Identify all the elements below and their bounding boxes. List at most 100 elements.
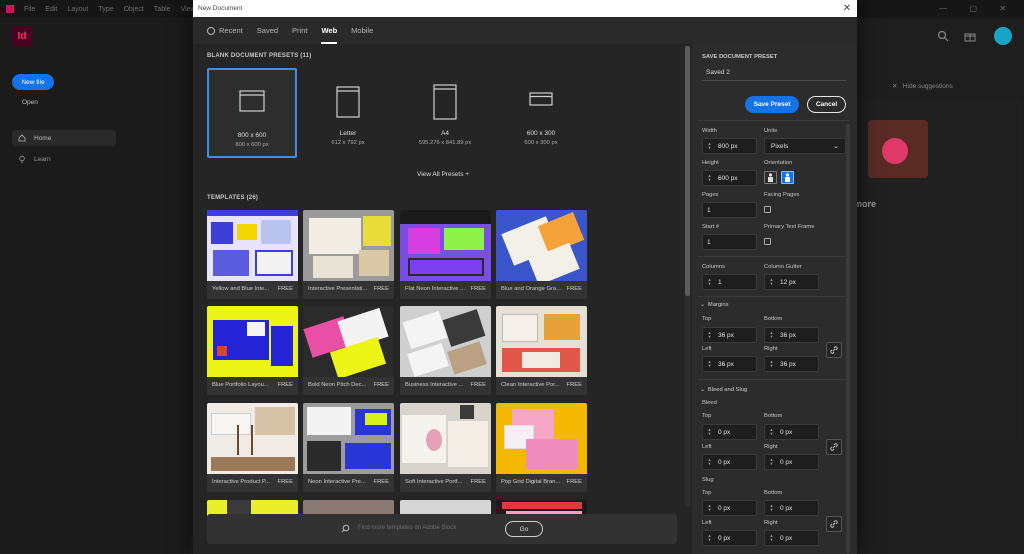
stepper-icon[interactable]: ▲ ▼ xyxy=(767,331,776,339)
width-field[interactable]: ▲ ▼ 800 px xyxy=(702,138,757,154)
stock-search-input[interactable]: Find more templates on Adobe Stock xyxy=(358,525,456,531)
bleed-slug-section-toggle[interactable]: ⌄ Bleed and Slug xyxy=(700,387,747,393)
link-bleed-icon[interactable] xyxy=(826,439,842,455)
margin-left-field[interactable]: ▲ ▼ 36 px xyxy=(702,356,757,372)
tab-web[interactable]: Web xyxy=(321,17,337,44)
bleed-bottom-field[interactable]: ▲ ▼ 0 px xyxy=(764,424,819,440)
stepper-icon[interactable]: ▲ ▼ xyxy=(705,428,714,436)
stepper-icon[interactable]: ▲ ▼ xyxy=(705,504,714,512)
open-button[interactable]: Open xyxy=(22,99,38,106)
sidebar-item-learn[interactable]: Learn xyxy=(12,152,116,166)
template-card[interactable]: Soft Interactive Portf... FREE xyxy=(400,403,491,492)
stepper-icon[interactable]: ▲ ▼ xyxy=(705,458,714,466)
new-file-button[interactable]: New file xyxy=(12,74,54,90)
menu-file[interactable]: File xyxy=(24,6,35,13)
slug-bottom-field[interactable]: ▲ ▼ 0 px xyxy=(764,500,819,516)
margin-top-field[interactable]: ▲ ▼ 36 px xyxy=(702,327,757,343)
stepper-icon[interactable]: ▲ ▼ xyxy=(767,458,776,466)
details-scrollbar[interactable] xyxy=(846,124,850,554)
divider xyxy=(698,256,850,257)
hide-suggestions-link[interactable]: ✕ Hide suggestions xyxy=(892,82,953,90)
menu-edit[interactable]: Edit xyxy=(45,6,57,13)
search-icon[interactable] xyxy=(937,30,949,42)
link-margins-icon[interactable] xyxy=(826,342,842,358)
menu-object[interactable]: Object xyxy=(124,6,144,13)
template-card[interactable]: Yellow and Blue Inte... FREE xyxy=(207,210,298,299)
template-card[interactable]: Blue Portfolio Layou... FREE xyxy=(207,306,298,395)
stepper-icon[interactable]: ▲ ▼ xyxy=(767,278,776,286)
save-preset-button[interactable]: Save Preset xyxy=(745,96,799,113)
stepper-icon[interactable]: ▲ ▼ xyxy=(705,331,714,339)
link-slug-icon[interactable] xyxy=(826,516,842,532)
stepper-icon[interactable]: ▲ ▼ xyxy=(705,142,714,150)
template-card[interactable]: Clean Interactive Por... FREE xyxy=(496,306,587,395)
menu-table[interactable]: Table xyxy=(154,6,171,13)
bleed-left-field[interactable]: ▲ ▼ 0 px xyxy=(702,454,757,470)
margins-section-toggle[interactable]: ⌄ Margins xyxy=(700,302,728,308)
tab-mobile[interactable]: Mobile xyxy=(351,17,373,44)
template-free-badge: FREE xyxy=(277,382,293,388)
pages-field[interactable]: 1 xyxy=(702,202,757,218)
tab-print[interactable]: Print xyxy=(292,17,307,44)
avatar[interactable] xyxy=(994,27,1012,45)
stepper-icon[interactable]: ▲ ▼ xyxy=(705,174,714,182)
template-card[interactable]: Blue and Orange Gra... FREE xyxy=(496,210,587,299)
height-field[interactable]: ▲ ▼ 600 px xyxy=(702,170,757,186)
preset-name-field[interactable]: Saved 2 xyxy=(702,66,846,81)
close-icon[interactable]: ✕ xyxy=(841,2,853,14)
template-card[interactable]: Business Interactive ... FREE xyxy=(400,306,491,395)
stepper-icon[interactable]: ▲ ▼ xyxy=(767,534,776,542)
template-card[interactable]: Interactive Product P... FREE xyxy=(207,403,298,492)
stepper-icon[interactable]: ▲ ▼ xyxy=(705,278,714,286)
column-gutter-field[interactable]: ▲ ▼ 12 px xyxy=(764,274,819,290)
template-card[interactable]: Interactive Presentati... FREE xyxy=(303,210,394,299)
slug-right-field[interactable]: ▲ ▼ 0 px xyxy=(764,530,819,546)
go-button[interactable]: Go xyxy=(505,521,543,537)
units-label: Units xyxy=(764,128,778,134)
template-card[interactable]: Flat Neon Interactive ... FREE xyxy=(400,210,491,299)
template-card[interactable]: Neon Interactive Pre... FREE xyxy=(303,403,394,492)
preset-800x600[interactable]: 800 x 600 800 x 600 px xyxy=(207,68,297,158)
preset-600x300[interactable]: 600 x 300 600 x 300 px xyxy=(496,68,586,158)
menu-type[interactable]: Type xyxy=(98,6,113,13)
template-label: Bold Neon Pitch Dec... xyxy=(308,382,367,388)
cancel-button[interactable]: Cancel xyxy=(807,96,846,113)
preset-a4[interactable]: A4 595.276 x 841.89 px xyxy=(400,68,490,158)
indesign-logo: Id xyxy=(12,26,32,46)
presets-scrollbar[interactable] xyxy=(685,46,690,506)
menu-layout[interactable]: Layout xyxy=(67,6,88,13)
start-label: Start # xyxy=(702,224,720,230)
preset-letter[interactable]: Letter 612 x 792 px xyxy=(303,68,393,158)
margin-bottom-field[interactable]: ▲ ▼ 36 px xyxy=(764,327,819,343)
stepper-icon[interactable]: ▲ ▼ xyxy=(767,428,776,436)
slug-label: Slug xyxy=(702,477,714,483)
bleed-label: Bleed xyxy=(702,400,717,406)
slug-top-field[interactable]: ▲ ▼ 0 px xyxy=(702,500,757,516)
portrait-orientation-icon[interactable] xyxy=(764,171,777,184)
window-controls[interactable]: — ▢ ✕ xyxy=(939,4,1016,13)
tab-saved[interactable]: Saved xyxy=(257,17,278,44)
slug-left-field[interactable]: ▲ ▼ 0 px xyxy=(702,530,757,546)
stepper-icon[interactable]: ▲ ▼ xyxy=(705,360,714,368)
chevron-down-icon: ⌄ xyxy=(700,387,705,393)
view-all-presets-link[interactable]: View All Presets + xyxy=(417,171,469,178)
columns-field[interactable]: ▲ ▼ 1 xyxy=(702,274,757,290)
units-select[interactable]: Pixels ⌄ xyxy=(764,138,846,154)
stepper-icon[interactable]: ▲ ▼ xyxy=(705,534,714,542)
primary-text-frame-checkbox[interactable] xyxy=(764,238,771,245)
start-page-field[interactable]: 1 xyxy=(702,234,757,250)
template-card[interactable]: Pop Grid Digital Bran... FREE xyxy=(496,403,587,492)
facing-pages-checkbox[interactable] xyxy=(764,206,771,213)
sidebar-item-home[interactable]: Home xyxy=(12,130,116,146)
stepper-icon[interactable]: ▲ ▼ xyxy=(767,504,776,512)
template-thumbnail xyxy=(400,306,491,377)
template-card[interactable]: Bold Neon Pitch Dec... FREE xyxy=(303,306,394,395)
margin-right-field[interactable]: ▲ ▼ 36 px xyxy=(764,356,819,372)
gift-icon[interactable] xyxy=(964,30,976,42)
bleed-top-field[interactable]: ▲ ▼ 0 px xyxy=(702,424,757,440)
tab-recent[interactable]: Recent xyxy=(207,17,243,44)
bleed-left-label: Left xyxy=(702,444,712,450)
landscape-orientation-icon[interactable] xyxy=(781,171,794,184)
bleed-right-field[interactable]: ▲ ▼ 0 px xyxy=(764,454,819,470)
stepper-icon[interactable]: ▲ ▼ xyxy=(767,360,776,368)
